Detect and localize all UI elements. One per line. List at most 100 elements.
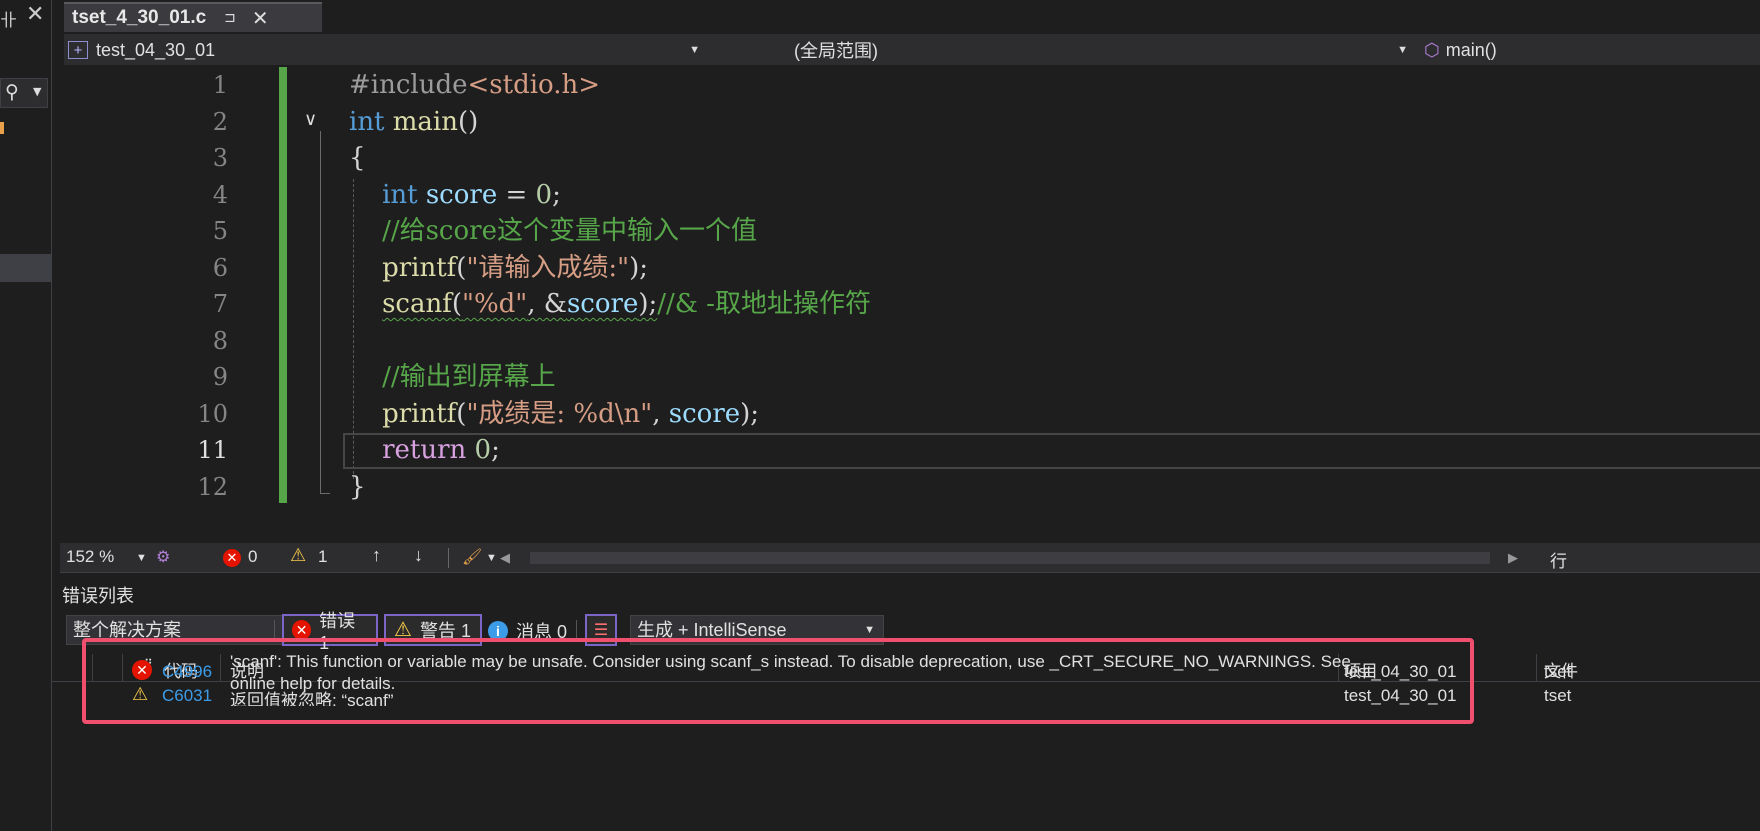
fold-guide [320, 131, 321, 493]
search-box[interactable]: ⚲ ▼ [0, 78, 48, 108]
line-number[interactable]: 4 [114, 177, 244, 214]
line-number[interactable]: 6 [114, 250, 244, 287]
cube-icon: ⬡ [1424, 39, 1440, 60]
fold-guide-end [320, 493, 330, 494]
line-number[interactable]: 2 [114, 104, 244, 141]
punctuation: ( [456, 398, 467, 429]
code-line-7[interactable]: scanf("%d", &score);//& -取地址操作符 [349, 286, 871, 323]
code-line-4[interactable]: int score = 0; [349, 177, 871, 214]
variable: score [668, 398, 741, 429]
string-literal: "%d" [462, 289, 528, 319]
project-name: test_04_30_01 [96, 39, 216, 60]
search-icon: ⚲ [5, 81, 19, 103]
keyword: return [382, 435, 467, 465]
pin-icon[interactable]: 卝 [0, 6, 17, 31]
line-number[interactable]: 10 [114, 396, 244, 433]
code-line-8[interactable] [349, 323, 871, 360]
project-dropdown[interactable]: + test_04_30_01 ▼ [64, 36, 706, 64]
line-number[interactable]: 3 [114, 140, 244, 177]
punctuation: , & [527, 289, 567, 319]
editor-status-bar: 152 % ▼ ⚙ ✕ 0 ⚠ 1 ↑ ↓ 🖌 ▼ ◀ ▶ 行 [60, 543, 1760, 573]
code-line-5[interactable]: //给score这个变量中输入一个值 [349, 213, 871, 250]
scope-value: 整个解决方案 [73, 620, 181, 640]
close-tab-icon[interactable]: ✕ [252, 6, 269, 30]
chevron-down-icon: ▼ [1397, 44, 1408, 56]
separator [448, 548, 449, 568]
row-indicator: 行 [1550, 552, 1567, 571]
zoom-level[interactable]: 152 % [66, 547, 114, 567]
close-icon[interactable]: ✕ [26, 2, 44, 27]
keyword: int [349, 106, 385, 137]
tab-file[interactable]: tset_4_30_01.c ⊐ ✕ [64, 2, 322, 32]
chevron-down-icon[interactable]: ▼ [33, 85, 41, 98]
include-header: <stdio.h> [467, 70, 601, 100]
function-call: printf [382, 252, 457, 283]
arrow-up-icon[interactable]: ↑ [372, 545, 381, 566]
string-literal: "成绩是: %d\n" [466, 398, 653, 429]
function-name: main [384, 106, 458, 137]
scroll-left-icon[interactable]: ◀ [500, 550, 510, 566]
collapse-icon[interactable]: ∨ [304, 109, 317, 130]
variable: score [566, 289, 639, 319]
line-number[interactable]: 7 [114, 286, 244, 323]
code-line-2[interactable]: int main() [349, 104, 871, 141]
warning-icon: ⚠ [394, 619, 412, 641]
function-dropdown[interactable]: ⬡ main() [1420, 36, 1760, 64]
warning-icon[interactable]: ⚠ [290, 545, 306, 566]
line-number[interactable]: 1 [114, 67, 244, 104]
code-line-12[interactable]: } [349, 469, 871, 506]
line-number[interactable]: 8 [114, 323, 244, 360]
annotation-highlight-box [82, 638, 1474, 724]
panel-title: 错误列表 [62, 586, 134, 606]
comment: //& -取地址操作符 [657, 289, 871, 319]
number: 0 [535, 179, 553, 210]
code-line-11[interactable]: return 0; [349, 432, 871, 469]
tab-bar: tset_4_30_01.c ⊐ ✕ [60, 0, 1760, 32]
brush-icon[interactable]: 🖌 [462, 547, 482, 567]
punctuation: ); [638, 289, 658, 319]
selected-item[interactable] [0, 254, 52, 282]
line-number[interactable]: 9 [114, 359, 244, 396]
line-number[interactable]: 11 [114, 432, 244, 469]
comment: //给score这个变量中输入一个值 [382, 216, 757, 246]
code-lines[interactable]: #include<stdio.h> int main() { int score… [349, 67, 871, 505]
editor-margin[interactable] [64, 67, 106, 542]
punctuation: ; [491, 435, 500, 465]
error-icon[interactable]: ✕ [223, 549, 241, 567]
keyword: int [382, 179, 418, 210]
code-line-9[interactable]: //输出到屏幕上 [349, 359, 871, 396]
function-name: main() [1445, 39, 1497, 60]
line-numbers: 1 2 3 4 5 6 7 8 9 10 11 12 [114, 67, 244, 505]
chevron-down-icon[interactable]: ▼ [486, 552, 497, 564]
scroll-right-icon[interactable]: ▶ [1508, 550, 1518, 566]
code-line-6[interactable]: printf("请输入成绩:"); [349, 250, 871, 287]
number: 0 [474, 435, 492, 465]
warning-squiggle[interactable]: scanf("%d", &score); [382, 289, 657, 319]
change-tracking-bar [279, 67, 287, 503]
punctuation: ; [552, 179, 561, 210]
horizontal-scrollbar[interactable] [530, 552, 1490, 564]
error-count[interactable]: 0 [248, 547, 257, 567]
code-health-icon[interactable]: ⚙ [156, 547, 170, 567]
code-editor[interactable]: 1 2 3 4 5 6 7 8 9 10 11 12 ∨ #include<stdio.h> int … [64, 67, 1760, 542]
chevron-down-icon[interactable]: ▼ [136, 552, 147, 564]
pin-icon[interactable]: ⊐ [224, 10, 236, 26]
navigation-bar: + test_04_30_01 ▼ (全局范围) ▼ ⬡ main() [64, 34, 1760, 66]
line-number[interactable]: 5 [114, 213, 244, 250]
error-file: tset [1544, 662, 1572, 681]
line-number[interactable]: 12 [114, 469, 244, 506]
code-line-3[interactable]: { [349, 140, 871, 177]
code-line-1[interactable]: #include<stdio.h> [349, 67, 871, 104]
punctuation: ); [740, 398, 760, 429]
punctuation: , [652, 398, 669, 429]
tab-filename: tset_4_30_01.c [72, 7, 207, 28]
function-call: scanf [382, 289, 452, 319]
arrow-down-icon[interactable]: ↓ [414, 545, 423, 566]
warning-count[interactable]: 1 [318, 547, 327, 567]
scope-dropdown[interactable]: (全局范围) ▼ [714, 36, 1414, 64]
operator: = [497, 179, 536, 210]
punctuation: ( [456, 252, 467, 283]
code-line-10[interactable]: printf("成绩是: %d\n", score); [349, 396, 871, 433]
preprocessor-directive: #include [349, 70, 468, 100]
